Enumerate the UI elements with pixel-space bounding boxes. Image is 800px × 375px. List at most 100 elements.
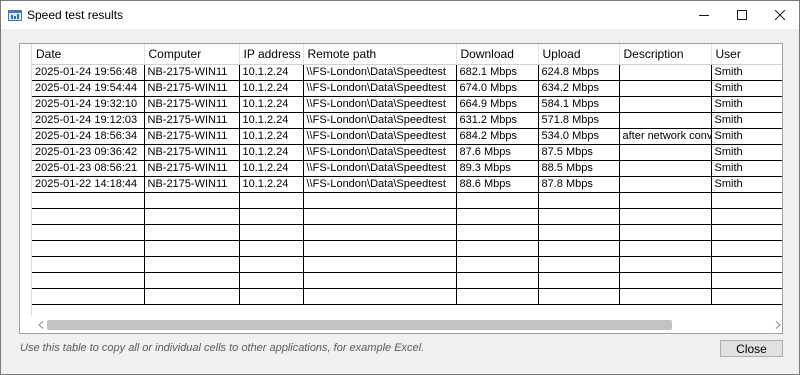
table-row[interactable]: 2025-01-22 14:18:44 NB-2175-WIN11 10.1.2.2…: [32, 176, 782, 193]
table-cell[interactable]: NB-2175-WIN11: [144, 96, 240, 113]
empty-table-row[interactable]: [32, 240, 782, 257]
column-header-upload[interactable]: Upload: [538, 44, 620, 65]
empty-table-cell[interactable]: [144, 208, 240, 225]
table-cell[interactable]: 10.1.2.24: [239, 176, 304, 193]
table-cell[interactable]: 87.8 Mbps: [538, 176, 620, 193]
empty-table-cell[interactable]: [711, 224, 782, 241]
column-header-date[interactable]: Date: [32, 44, 145, 65]
table-cell[interactable]: \\FS-London\Data\Speedtest: [303, 176, 457, 193]
empty-table-cell[interactable]: [538, 240, 620, 257]
close-button[interactable]: Close: [720, 340, 783, 357]
row-header-column[interactable]: [20, 44, 32, 316]
table-cell[interactable]: [619, 64, 712, 81]
table-cell[interactable]: 534.0 Mbps: [538, 128, 620, 145]
empty-table-cell[interactable]: [303, 272, 457, 289]
empty-table-cell[interactable]: [538, 272, 620, 289]
empty-table-cell[interactable]: [456, 288, 539, 305]
empty-table-cell[interactable]: [538, 288, 620, 305]
empty-table-cell[interactable]: [303, 224, 457, 241]
close-window-button[interactable]: [761, 1, 798, 29]
chevron-left-icon[interactable]: [35, 319, 47, 331]
empty-table-cell[interactable]: [239, 192, 304, 209]
empty-table-cell[interactable]: [538, 256, 620, 273]
empty-table-cell[interactable]: [619, 208, 712, 225]
table-cell[interactable]: NB-2175-WIN11: [144, 80, 240, 97]
empty-table-cell[interactable]: [239, 256, 304, 273]
empty-table-cell[interactable]: [456, 208, 539, 225]
table-cell[interactable]: \\FS-London\Data\Speedtest: [303, 64, 457, 81]
empty-table-cell[interactable]: [32, 256, 145, 273]
table-cell[interactable]: NB-2175-WIN11: [144, 144, 240, 161]
empty-table-cell[interactable]: [456, 240, 539, 257]
table-cell[interactable]: 10.1.2.24: [239, 112, 304, 129]
table-cell[interactable]: 2025-01-23 09:36:42: [32, 144, 145, 161]
empty-table-cell[interactable]: [538, 192, 620, 209]
table-cell[interactable]: \\FS-London\Data\Speedtest: [303, 80, 457, 97]
column-header-download[interactable]: Download: [456, 44, 539, 65]
empty-table-row[interactable]: [32, 256, 782, 273]
empty-table-cell[interactable]: [538, 224, 620, 241]
table-cell[interactable]: [619, 176, 712, 193]
empty-table-cell[interactable]: [711, 272, 782, 289]
empty-table-cell[interactable]: [711, 208, 782, 225]
empty-table-cell[interactable]: [711, 240, 782, 257]
table-cell[interactable]: NB-2175-WIN11: [144, 176, 240, 193]
empty-table-row[interactable]: [32, 272, 782, 289]
empty-table-cell[interactable]: [303, 208, 457, 225]
chevron-right-icon[interactable]: [772, 319, 782, 331]
empty-table-cell[interactable]: [239, 272, 304, 289]
empty-table-cell[interactable]: [303, 192, 457, 209]
table-cell[interactable]: 631.2 Mbps: [456, 112, 539, 129]
empty-table-cell[interactable]: [619, 192, 712, 209]
empty-table-cell[interactable]: [32, 192, 145, 209]
empty-table-cell[interactable]: [32, 240, 145, 257]
empty-table-cell[interactable]: [239, 288, 304, 305]
table-row[interactable]: 2025-01-24 18:56:34 NB-2175-WIN11 10.1.2.2…: [32, 128, 782, 145]
empty-table-cell[interactable]: [538, 208, 620, 225]
table-row[interactable]: 2025-01-24 19:12:03 NB-2175-WIN11 10.1.2.2…: [32, 112, 782, 129]
empty-table-cell[interactable]: [711, 192, 782, 209]
table-cell[interactable]: \\FS-London\Data\Speedtest: [303, 144, 457, 161]
empty-table-row[interactable]: [32, 224, 782, 241]
empty-table-cell[interactable]: [32, 288, 145, 305]
table-cell[interactable]: \\FS-London\Data\Speedtest: [303, 112, 457, 129]
scrollbar-thumb[interactable]: [47, 320, 672, 330]
empty-table-row[interactable]: [32, 288, 782, 305]
table-cell[interactable]: [619, 96, 712, 113]
table-cell[interactable]: 10.1.2.24: [239, 96, 304, 113]
empty-table-cell[interactable]: [239, 208, 304, 225]
table-cell[interactable]: \\FS-London\Data\Speedtest: [303, 96, 457, 113]
table-cell[interactable]: \\FS-London\Data\Speedtest: [303, 128, 457, 145]
table-cell[interactable]: 634.2 Mbps: [538, 80, 620, 97]
empty-table-cell[interactable]: [303, 256, 457, 273]
table-cell[interactable]: NB-2175-WIN11: [144, 64, 240, 81]
table-cell[interactable]: 87.6 Mbps: [456, 144, 539, 161]
empty-table-cell[interactable]: [303, 240, 457, 257]
table-cell[interactable]: 10.1.2.24: [239, 160, 304, 177]
table-cell[interactable]: 10.1.2.24: [239, 80, 304, 97]
table-cell[interactable]: 624.8 Mbps: [538, 64, 620, 81]
table-cell[interactable]: 10.1.2.24: [239, 128, 304, 145]
results-grid[interactable]: Date Computer IP address Remote path Dow…: [19, 43, 783, 334]
empty-table-cell[interactable]: [711, 256, 782, 273]
table-cell[interactable]: after network conve: [619, 128, 712, 145]
table-cell[interactable]: Smith: [711, 160, 782, 177]
empty-table-cell[interactable]: [144, 288, 240, 305]
empty-table-cell[interactable]: [32, 224, 145, 241]
empty-table-cell[interactable]: [619, 288, 712, 305]
table-cell[interactable]: Smith: [711, 144, 782, 161]
table-cell[interactable]: 2025-01-24 18:56:34: [32, 128, 145, 145]
table-cell[interactable]: [619, 112, 712, 129]
empty-table-cell[interactable]: [144, 272, 240, 289]
table-cell[interactable]: Smith: [711, 96, 782, 113]
empty-table-cell[interactable]: [239, 240, 304, 257]
empty-table-cell[interactable]: [619, 272, 712, 289]
table-cell[interactable]: 684.2 Mbps: [456, 128, 539, 145]
table-cell[interactable]: 89.3 Mbps: [456, 160, 539, 177]
empty-table-cell[interactable]: [144, 192, 240, 209]
table-cell[interactable]: Smith: [711, 112, 782, 129]
table-cell[interactable]: 2025-01-24 19:54:44: [32, 80, 145, 97]
empty-table-row[interactable]: [32, 208, 782, 225]
table-cell[interactable]: 2025-01-24 19:12:03: [32, 112, 145, 129]
empty-table-cell[interactable]: [144, 240, 240, 257]
